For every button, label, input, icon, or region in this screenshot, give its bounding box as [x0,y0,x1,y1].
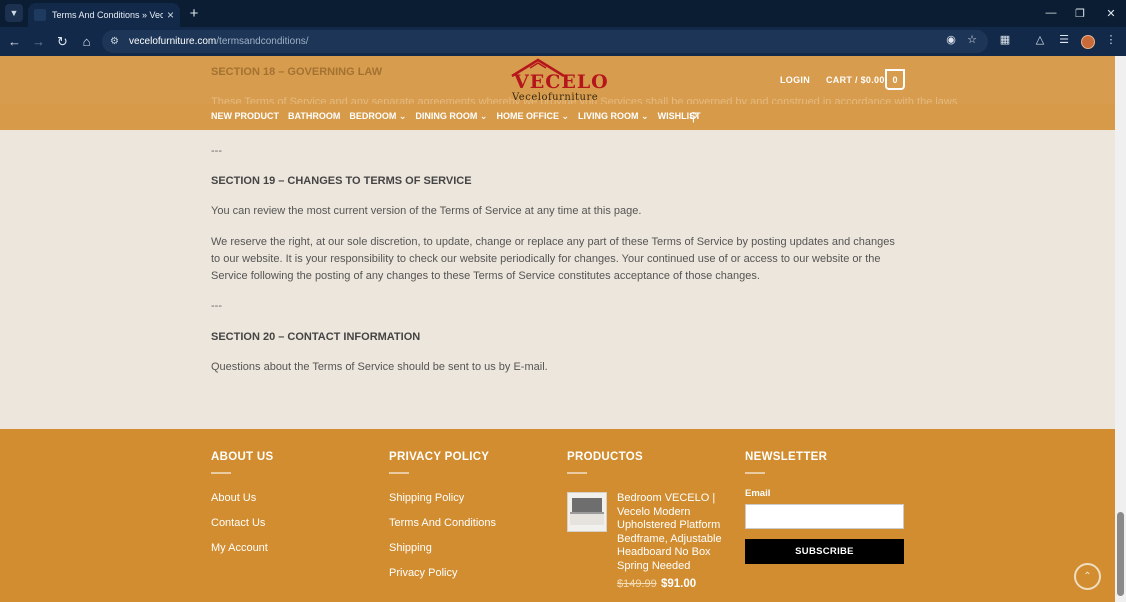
heading-underline [745,472,765,474]
footer-newsletter-column: NEWSLETTER [745,451,827,474]
footer-about-heading: ABOUT US [211,451,274,463]
chevron-down-icon: ⌄ [641,111,649,121]
heading-underline [211,472,231,474]
login-link[interactable]: LOGIN [780,75,810,85]
site-settings-icon[interactable]: ⚙ [110,36,124,47]
address-url: vecelofurniture.com/termsandconditions/ [129,36,309,47]
cart-bag-icon[interactable]: 0 [885,69,905,90]
separator: --- [211,145,222,157]
nav-bathroom[interactable]: BATHROOM [288,111,340,122]
section-20-title: SECTION 20 – CONTACT INFORMATION [211,331,421,343]
scrollbar-thumb[interactable] [1117,512,1124,596]
main-navigation: NEW PRODUCT BATHROOM BEDROOM ⌄ DINING RO… [211,110,710,124]
footer-link-shipping[interactable]: Shipping [389,542,432,554]
tab-close-icon[interactable]: × [167,8,174,22]
search-icon[interactable]: ⚲ [689,110,698,124]
footer-products-heading: PRODUCTOS [567,451,643,463]
footer-privacy-column: PRIVACY POLICY [389,451,489,474]
browser-tab-bar: ▼ Terms And Conditions » Vecelo × + — ❐ … [0,0,1126,27]
labs-flask-icon[interactable]: △ [1033,32,1047,46]
heading-underline [389,472,409,474]
footer-link-terms[interactable]: Terms And Conditions [389,517,496,529]
chevron-down-icon: ⌄ [561,111,570,121]
address-bar[interactable]: ⚙ vecelofurniture.com/termsandconditions… [102,30,988,53]
footer-privacy-heading: PRIVACY POLICY [389,451,490,463]
media-playlist-icon[interactable]: ☰ [1057,32,1071,46]
browser-toolbar: ← → ↻ ⌂ ⚙ vecelofurniture.com/termsandco… [0,27,1126,56]
extensions-puzzle-icon[interactable]: ▦ [998,32,1012,46]
product-price-new: $91.00 [661,578,697,590]
section-20-paragraph-1: Questions about the Terms of Service sho… [211,361,548,373]
product-title-link[interactable]: Bedroom VECELO | Vecelo Modern Upholster… [617,492,727,574]
back-arrow-icon[interactable]: ← [6,33,23,50]
profile-avatar[interactable] [1081,35,1095,49]
separator: --- [211,300,222,312]
section-19-paragraph-1: You can review the most current version … [211,205,642,217]
footer-link-my-account[interactable]: My Account [211,542,268,554]
nav-home-office[interactable]: HOME OFFICE ⌄ [496,111,569,122]
bookmark-star-icon[interactable]: ☆ [965,32,979,46]
subscribe-button[interactable]: SUBSCRIBE [745,539,904,564]
logo-brand: VECELO [514,71,609,93]
section-19-title: SECTION 19 – CHANGES TO TERMS OF SERVICE [211,175,472,187]
footer-newsletter-heading: NEWSLETTER [745,451,828,463]
window-close-icon[interactable]: ✕ [1103,5,1119,21]
tab-title: Terms And Conditions » Vecelo [52,10,163,20]
site-logo[interactable]: VECELO Vecelofurniture [508,58,608,106]
section-19-paragraph-2: We reserve the right, at our sole discre… [211,236,895,282]
product-thumbnail[interactable] [567,492,607,532]
chevron-down-icon: ⌄ [398,111,407,121]
site-footer: ABOUT US About Us Contact Us My Account … [0,429,1115,602]
tab-favicon-icon [34,9,46,21]
footer-about-column: ABOUT US [211,451,273,474]
ghost-section-heading: SECTION 18 – GOVERNING LAW [211,66,383,78]
web-page: SECTION 18 – GOVERNING LAW These Terms o… [0,56,1115,602]
page-scrollbar[interactable] [1115,56,1126,602]
home-icon[interactable]: ⌂ [78,33,95,50]
chevron-down-icon: ⌄ [479,111,488,121]
browser-tab-active[interactable]: Terms And Conditions » Vecelo × [28,3,180,27]
eye-off-icon[interactable]: ◉ [944,32,958,46]
product-price-old: $149.99 [617,578,657,590]
email-label: Email [745,488,771,499]
footer-link-privacy-policy[interactable]: Privacy Policy [389,567,457,579]
forward-arrow-icon[interactable]: → [30,33,47,50]
cart-count: 0 [892,74,898,85]
tab-list-chevron-icon[interactable]: ▼ [5,4,23,22]
restore-icon[interactable]: ❐ [1072,5,1088,21]
site-header: SECTION 18 – GOVERNING LAW These Terms o… [0,56,1115,108]
footer-link-shipping-policy[interactable]: Shipping Policy [389,492,464,504]
nav-living-room[interactable]: LIVING ROOM ⌄ [578,111,649,122]
new-tab-plus-icon[interactable]: + [186,4,202,22]
heading-underline [567,472,587,474]
footer-link-about-us[interactable]: About Us [211,492,256,504]
menu-kebab-icon[interactable]: ⋮ [1104,32,1118,46]
footer-link-contact-us[interactable]: Contact Us [211,517,265,529]
back-to-top-chevron-up-icon[interactable]: ⌃ [1074,563,1101,590]
nav-dining-room[interactable]: DINING ROOM ⌄ [415,111,487,122]
logo-subtitle: Vecelofurniture [512,92,599,103]
minimize-icon[interactable]: — [1043,5,1059,21]
cart-link[interactable]: CART / $0.00 [826,75,885,85]
nav-bedroom[interactable]: BEDROOM ⌄ [349,111,406,122]
reload-icon[interactable]: ↻ [54,33,71,50]
newsletter-email-input[interactable] [745,504,904,529]
nav-new-product[interactable]: NEW PRODUCT [211,111,279,122]
footer-products-column: PRODUCTOS [567,451,643,474]
